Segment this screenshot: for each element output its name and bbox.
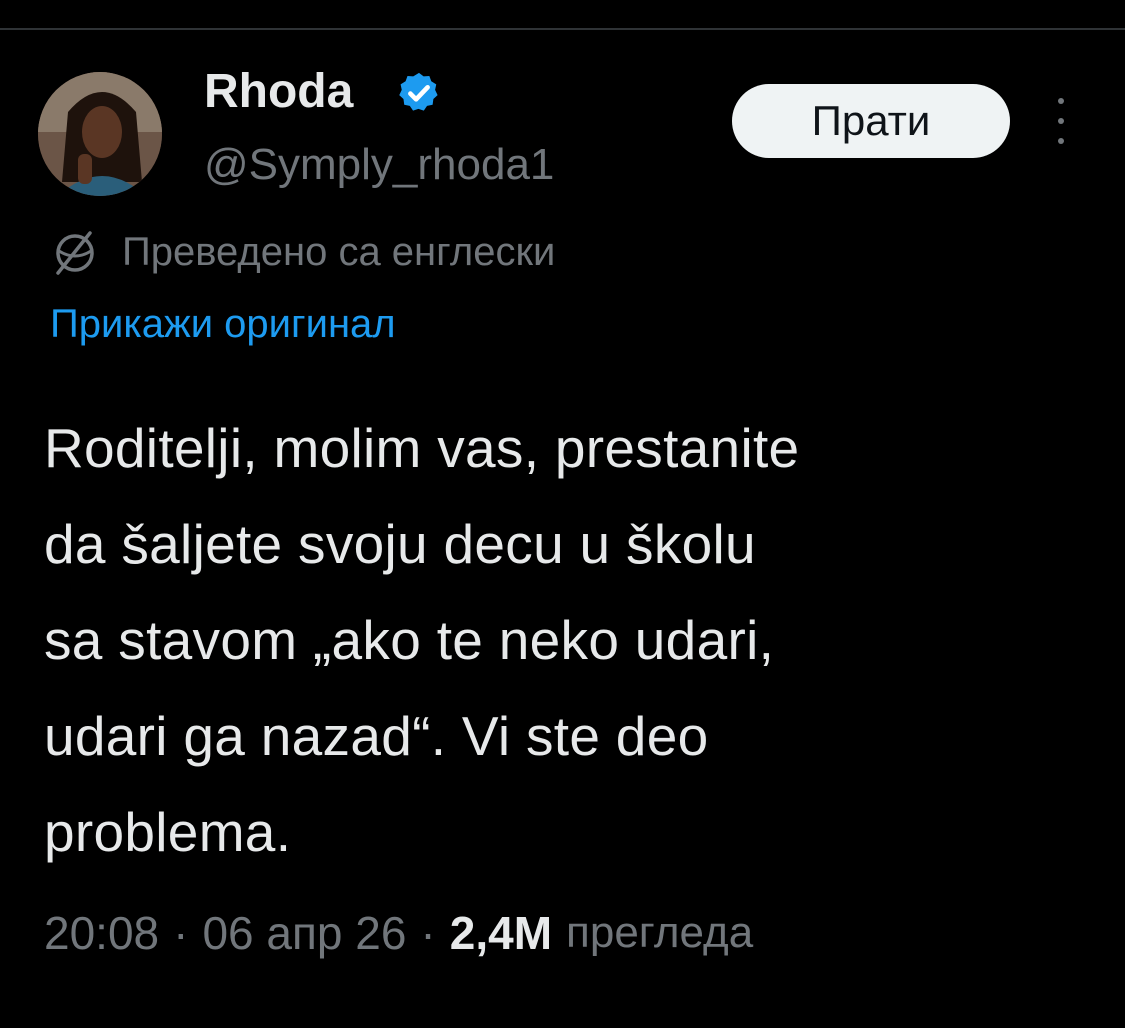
more-dot <box>1058 138 1064 144</box>
tweet-text-line: problema. <box>44 801 292 863</box>
views-count[interactable]: 2,4M <box>450 906 552 960</box>
more-dot <box>1058 118 1064 124</box>
verified-badge-icon <box>399 72 438 111</box>
tweet-text: Roditelji, molim vas, prestanite da šalj… <box>44 400 1104 880</box>
tweet-time[interactable]: 20:08 <box>44 906 159 960</box>
tweet-meta: 20:08 · 06 апр 26 · 2,4M прегледа <box>44 898 753 968</box>
meta-separator: · <box>173 907 189 959</box>
show-original-link[interactable]: Прикажи оригинал <box>50 294 396 354</box>
translation-label: Преведено са енглески <box>122 229 556 274</box>
author-display-name[interactable]: Rhoda <box>204 62 353 122</box>
translation-notice: Преведено са енглески <box>50 222 555 282</box>
globe-icon <box>56 231 94 275</box>
avatar-image <box>38 72 162 196</box>
meta-separator: · <box>420 907 436 959</box>
follow-button[interactable]: Прати <box>732 84 1010 158</box>
more-dot <box>1058 98 1064 104</box>
tweet-text-line: da šaljete svoju decu u školu <box>44 513 756 575</box>
tweet-text-line: udari ga nazad“. Vi ste deo <box>44 705 709 767</box>
author-handle[interactable]: @Symply_rhoda1 <box>204 138 554 192</box>
tweet-date[interactable]: 06 апр 26 <box>202 906 406 960</box>
views-label: прегледа <box>566 908 754 957</box>
top-divider <box>0 0 1125 30</box>
tweet-text-line: Roditelji, molim vas, prestanite <box>44 417 800 479</box>
more-options-icon[interactable] <box>1046 98 1076 144</box>
tweet-text-line: sa stavom „ako te neko udari, <box>44 609 775 671</box>
avatar[interactable] <box>38 72 162 196</box>
